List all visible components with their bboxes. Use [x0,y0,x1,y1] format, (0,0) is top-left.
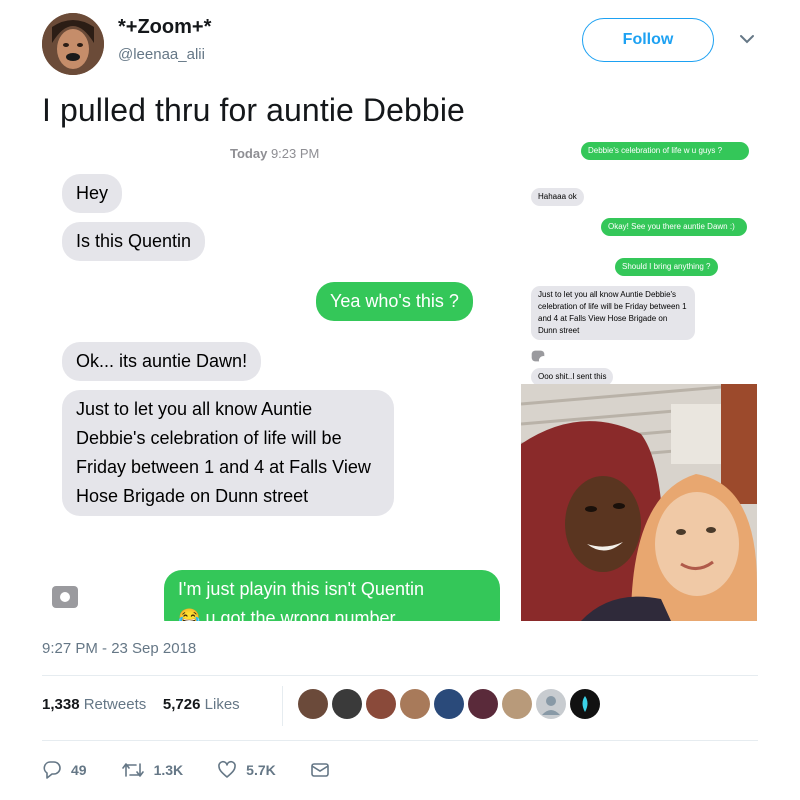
liker-avatar[interactable] [468,689,498,719]
follow-button[interactable]: Follow [582,18,714,62]
message-bubble-incoming: Just to let you all know Auntie Debbie's… [531,286,695,340]
author-avatar[interactable] [42,13,104,75]
retweet-button[interactable]: 1.3K [121,760,184,780]
tweet-text: I pulled thru for auntie Debbie [42,92,465,128]
chevron-down-icon[interactable] [738,32,756,46]
likes-stat[interactable]: 5,726 Likes [163,696,240,713]
reply-count: 49 [71,762,87,778]
author-handle[interactable]: @leenaa_alii [118,46,205,63]
conversation-screenshot-left[interactable]: Today 9:23 PM Hey Is this Quentin Yea wh… [42,138,514,621]
message-timestamp: Today 9:23 PM [230,146,319,161]
tweet-actions: 49 1.3K 5.7K [42,757,373,783]
selfie-photo[interactable] [521,384,757,621]
timestamp-time: 9:23 PM [270,146,320,161]
like-button[interactable]: 5.7K [217,760,276,780]
liker-avatar[interactable] [400,689,430,719]
message-bubble-outgoing: Should I bring anything ? [615,258,718,276]
conversation-screenshot-right[interactable]: Debbie's celebration of life w u guys ? … [521,138,757,621]
message-bubble-incoming: Hahaaa ok [531,188,584,206]
message-bubble-incoming: Ok... its auntie Dawn! [62,342,262,381]
liker-avatar[interactable] [332,689,362,719]
author-display-name[interactable]: *+Zoom+* [118,16,211,39]
timestamp-day: Today [230,146,268,161]
message-text: 😂 u got the wrong number [178,604,486,621]
camera-icon [52,586,78,608]
retweets-count: 1,338 [42,696,80,713]
message-bubble-incoming: Just to let you all know Auntie Debbie's… [62,390,394,516]
stats-divider [282,686,283,726]
message-bubble-outgoing: Debbie's celebration of life w u guys ? [581,142,749,160]
tweet-stats: 1,338 Retweets 5,726 Likes [42,696,240,713]
message-bubble-incoming: Hey [62,174,123,213]
envelope-icon [310,763,329,777]
message-text-continued: u got the wrong number [205,608,396,621]
likes-label: Likes [204,696,240,713]
liker-avatar[interactable] [298,689,328,719]
direct-message-button[interactable] [310,761,339,779]
liker-avatar[interactable] [366,689,396,719]
like-count: 5.7K [246,762,276,778]
divider [42,740,758,741]
emoji-icon: 😂 [178,608,201,621]
reply-button[interactable]: 49 [42,760,87,780]
message-bubble-outgoing: Yea who's this ? [316,282,473,321]
message-bubble-incoming: Is this Quentin [62,222,206,261]
tweet-timestamp[interactable]: 9:27 PM - 23 Sep 2018 [42,640,196,657]
retweet-icon [121,763,144,777]
message-bubble-outgoing: Okay! See you there auntie Dawn :) [601,218,747,236]
heart-icon [218,760,236,778]
retweets-stat[interactable]: 1,338 Retweets [42,696,146,713]
liker-avatar[interactable] [502,689,532,719]
retweet-count: 1.3K [153,762,184,778]
divider [42,675,758,676]
reply-icon [43,761,61,779]
message-text: I'm just playin this isn't Quentin [178,579,424,599]
liker-avatar[interactable] [434,689,464,719]
liker-avatar[interactable] [570,689,600,719]
retweets-label: Retweets [83,696,147,713]
liker-avatar-default[interactable] [536,689,566,719]
liker-avatars [298,689,600,723]
likes-count: 5,726 [162,696,201,713]
camera-icon [531,350,548,366]
message-bubble-outgoing: I'm just playin this isn't Quentin 😂 u g… [164,570,500,621]
